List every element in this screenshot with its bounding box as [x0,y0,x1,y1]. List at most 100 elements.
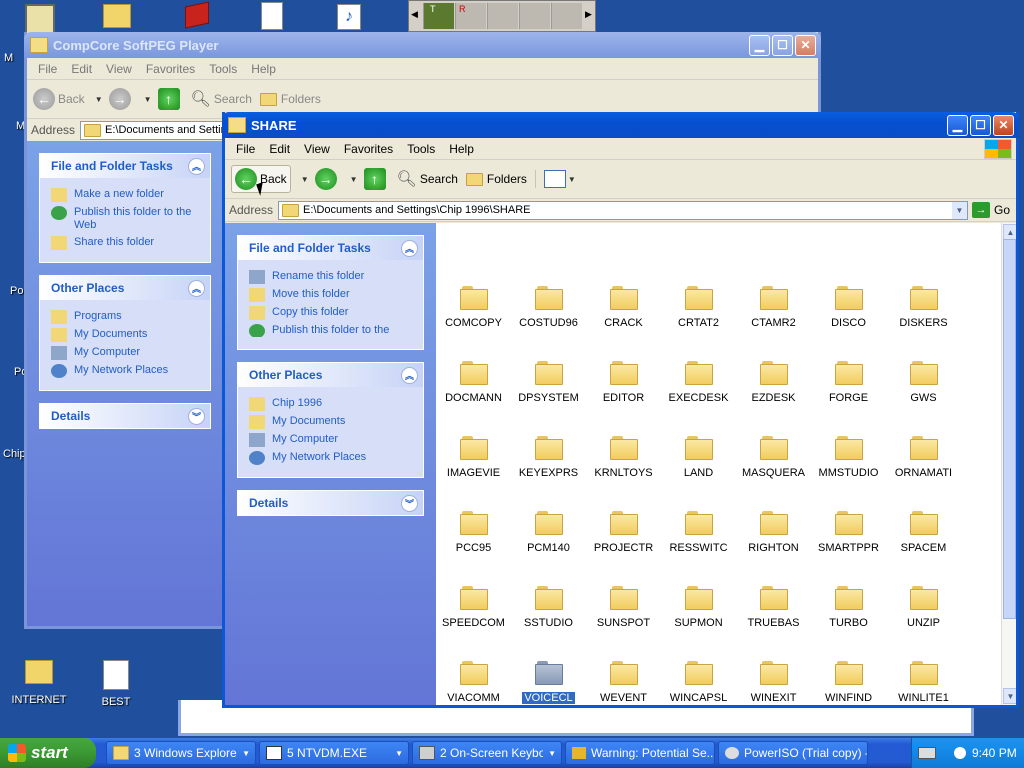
task-make-new-folder[interactable]: Make a new folder [51,188,200,202]
task-share-folder[interactable]: Share this folder [51,236,200,250]
folder-item[interactable]: IMAGEVIE [436,436,511,479]
task-move-folder[interactable]: Move this folder [249,288,413,302]
title-bar[interactable]: SHARE ▁ ☐ ✕ [222,112,1019,138]
folder-item[interactable]: TURBO [811,586,886,629]
folder-item[interactable]: ORNAMATI [886,436,961,479]
folder-item[interactable]: DISKERS [886,286,961,329]
folder-item[interactable]: UNZIP [886,586,961,629]
task-publish-folder[interactable]: Publish this folder to the Web [249,324,413,337]
osk-key-r[interactable]: R [455,3,486,29]
osk-slot[interactable] [487,3,518,29]
place-my-network-places[interactable]: My Network Places [51,364,200,378]
panel-header[interactable]: Details ︾ [238,491,423,515]
title-bar[interactable]: CompCore SoftPEG Player ▁ ☐ ✕ [24,32,821,58]
menu-view[interactable]: View [297,142,337,156]
place-my-documents[interactable]: My Documents [249,415,413,429]
scroll-down-icon[interactable]: ▼ [1003,688,1016,704]
folder-item[interactable]: WEVENT [586,661,661,704]
folder-item[interactable]: FORGE [811,361,886,404]
menu-favorites[interactable]: Favorites [139,62,202,76]
place-my-computer[interactable]: My Computer [249,433,413,447]
menu-edit[interactable]: Edit [64,62,99,76]
taskbar-item-poweriso[interactable]: PowerISO (Trial copy) - [718,741,868,765]
osk-slot[interactable] [519,3,550,29]
maximize-button[interactable]: ☐ [970,114,991,136]
folder-item[interactable]: MASQUERA [736,436,811,479]
osk-slot[interactable] [551,3,582,29]
scroll-up-icon[interactable]: ▲ [1003,224,1016,240]
folder-item[interactable]: CTAMR2 [736,286,811,329]
scroll-right-icon[interactable]: ▶ [585,9,592,20]
menu-tools[interactable]: Tools [202,62,244,76]
menu-file[interactable]: File [229,142,262,156]
menu-favorites[interactable]: Favorites [337,142,400,156]
menu-tools[interactable]: Tools [400,142,442,156]
panel-header[interactable]: File and Folder Tasks ︽ [40,154,210,178]
expand-icon[interactable]: ︾ [188,407,205,425]
start-button[interactable]: start [0,738,96,768]
collapse-icon[interactable]: ︽ [401,239,418,257]
folder-item[interactable]: KEYEXPRS [511,436,586,479]
taskbar-item-windows-explorer[interactable]: 3 Windows Explorer ▼ [106,741,256,765]
folder-item[interactable]: TRUEBAS [736,586,811,629]
collapse-icon[interactable]: ︽ [188,157,205,175]
folder-item[interactable]: WINLITE1 [886,661,961,704]
folder-item[interactable]: SSTUDIO [511,586,586,629]
chevron-down-icon[interactable]: ▼ [95,95,103,104]
search-button[interactable]: 🔍︎ Search [191,89,252,109]
folder-item[interactable]: KRNLTOYS [586,436,661,479]
place-my-network-places[interactable]: My Network Places [249,451,413,465]
folder-item[interactable]: DISCO [811,286,886,329]
expand-icon[interactable]: ︾ [401,494,418,512]
taskbar-item-on-screen-keyboard[interactable]: 2 On-Screen Keybo...▼ [412,741,562,765]
folder-item[interactable]: GWS [886,361,961,404]
panel-header[interactable]: Other Places ︽ [238,363,423,387]
place-chip-1996[interactable]: Chip 1996 [249,397,413,411]
go-button[interactable]: → Go [971,202,1010,218]
folder-item[interactable]: VOICECL [511,661,586,704]
place-programs[interactable]: Programs [51,310,200,324]
folder-item[interactable]: COMCOPY [436,286,511,329]
folder-item[interactable]: WINEXIT [736,661,811,704]
forward-button[interactable]: → [314,168,340,190]
folder-item[interactable]: SMARTPPR [811,511,886,554]
views-button[interactable]: ▼ [534,170,582,188]
folders-button[interactable]: Folders [259,92,321,106]
folder-item[interactable]: CRTAT2 [661,286,736,329]
folder-item[interactable]: SPACEM [886,511,961,554]
desktop-icon-3[interactable] [162,1,232,30]
place-my-computer[interactable]: My Computer [51,346,200,360]
folder-item[interactable]: WINFIND [811,661,886,704]
folder-item[interactable]: EZDESK [736,361,811,404]
minimize-button[interactable]: ▁ [947,114,968,136]
folder-item[interactable]: PCM140 [511,511,586,554]
desktop-icon-best[interactable]: BEST [81,660,151,708]
folder-item[interactable]: PROJECTR [586,511,661,554]
folder-item[interactable]: EXECDESK [661,361,736,404]
back-button[interactable]: ← Back [33,88,85,110]
panel-header[interactable]: Other Places ︽ [40,276,210,300]
menu-edit[interactable]: Edit [262,142,297,156]
tray-status-icon[interactable] [954,747,966,759]
task-rename-folder[interactable]: Rename this folder [249,270,413,284]
chevron-down-icon[interactable]: ▼ [350,175,358,184]
task-publish-folder[interactable]: Publish this folder to the Web [51,206,200,232]
folder-item[interactable]: VIACOMM [436,661,511,704]
taskbar-item-ntvdm[interactable]: 5 NTVDM.EXE ▼ [259,741,409,765]
folder-item[interactable]: SUNSPOT [586,586,661,629]
folder-item[interactable]: RESSWITC [661,511,736,554]
desktop-icon-2[interactable] [82,4,152,32]
chevron-down-icon[interactable]: ▼ [144,95,152,104]
folder-item[interactable]: EDITOR [586,361,661,404]
menu-help[interactable]: Help [244,62,283,76]
address-input[interactable]: E:\Documents and Settings\Chip 1996\SHAR… [278,200,968,220]
menu-help[interactable]: Help [442,142,481,156]
forward-button[interactable]: → [108,88,134,110]
menu-file[interactable]: File [31,62,64,76]
menu-view[interactable]: View [99,62,139,76]
folder-item[interactable]: PCC95 [436,511,511,554]
folder-item[interactable]: SUPMON [661,586,736,629]
folder-item[interactable]: WINCAPSL [661,661,736,704]
osk-key-t[interactable]: T [423,3,454,29]
folder-item[interactable]: MMSTUDIO [811,436,886,479]
